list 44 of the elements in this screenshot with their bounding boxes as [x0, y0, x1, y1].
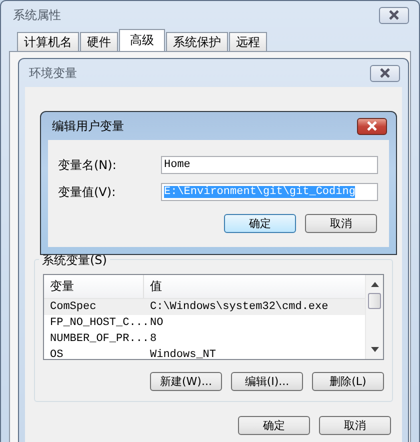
field-value: Home [164, 159, 190, 171]
window-title: 系统属性 [12, 6, 61, 24]
variable-value: NO [149, 317, 164, 329]
dialog-button[interactable]: 删除(L) [312, 372, 384, 391]
list-row[interactable]: ComSpec C:\Windows\system32\cmd.exe [44, 299, 366, 315]
dialog-title: 编辑用户变量 [51, 118, 124, 134]
input-field[interactable]: Home [161, 156, 378, 174]
field-label: 变量值(V): [58, 184, 117, 200]
close-button[interactable] [379, 6, 409, 24]
scroll-up-icon[interactable] [370, 282, 378, 287]
variable-name: NUMBER_OF_PR... [49, 333, 144, 345]
list-row[interactable]: NUMBER_OF_PR...8 [44, 331, 366, 347]
variable-value: 8 [149, 333, 157, 345]
tab[interactable]: 高级 [119, 29, 165, 51]
scrollbar[interactable] [365, 275, 383, 359]
tab[interactable]: 系统保护 [166, 32, 228, 51]
variable-value: C:\Windows\system32\cmd.exe [149, 301, 328, 313]
close-icon [366, 121, 378, 131]
scroll-down-icon[interactable] [370, 347, 378, 352]
dialog-button[interactable]: 确定 [224, 214, 296, 233]
dialog-button[interactable]: 编辑(I)... [231, 372, 303, 391]
variable-name: FP_NO_HOST_C... [49, 317, 144, 329]
scroll-thumb[interactable] [368, 293, 381, 309]
list-row[interactable]: FP_NO_HOST_C...NO [44, 315, 366, 331]
close-icon [379, 68, 391, 78]
variable-value: Windows_NT [149, 349, 216, 359]
variable-name: ComSpec [49, 301, 98, 313]
field-value: E:\Environment\git\git_Coding [164, 186, 356, 198]
dialog-button[interactable]: 确定 [238, 416, 310, 435]
column-header[interactable]: 变量 [44, 275, 144, 298]
field-label: 变量名(N): [58, 156, 118, 174]
list-row[interactable]: OS Windows_NT [44, 347, 366, 359]
variable-name: OS [49, 349, 64, 359]
close-button[interactable] [357, 118, 387, 134]
dialog-button[interactable]: 取消 [305, 214, 377, 233]
tab[interactable]: 远程 [229, 32, 267, 51]
dialog-title: 环境变量 [28, 64, 77, 82]
tab[interactable]: 计算机名 [17, 32, 79, 51]
tab[interactable]: 硬件 [80, 32, 118, 51]
dialog-button[interactable]: 取消 [319, 416, 391, 435]
close-button[interactable] [370, 64, 400, 82]
dialog-button[interactable]: 新建(W)... [150, 372, 222, 391]
column-header[interactable]: 值 [144, 275, 162, 298]
close-icon [388, 10, 400, 20]
